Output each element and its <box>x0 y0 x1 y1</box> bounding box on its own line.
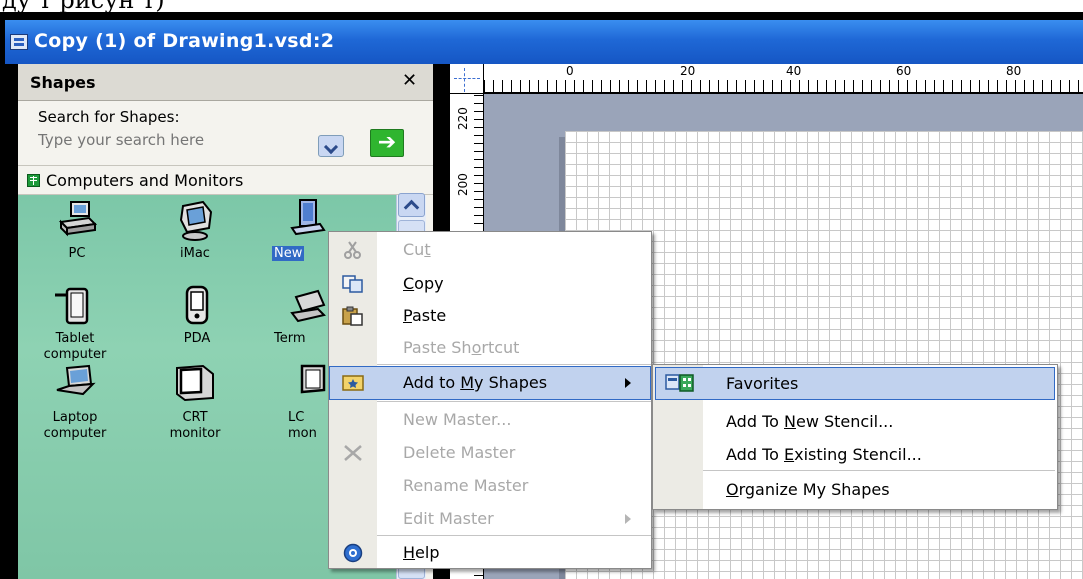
menu-item-add-to-my-shapes[interactable]: Add to My Shapes <box>329 366 651 400</box>
menu-item-paste-shortcut[interactable]: Paste Shortcut <box>329 331 651 365</box>
menu-item-label: Help <box>403 543 440 562</box>
shape-label: LC mon <box>288 410 317 441</box>
ruler-label: 20 <box>680 64 696 78</box>
chevron-down-icon[interactable] <box>318 135 344 157</box>
shape-label: New <box>272 246 305 261</box>
menu-item-label: Delete Master <box>403 443 516 462</box>
search-input[interactable] <box>36 128 314 152</box>
shape-new[interactable]: New <box>262 198 332 262</box>
menu-item-label: Copy <box>403 274 444 293</box>
menu-item-paste[interactable]: Paste <box>329 299 651 333</box>
lcd-monitor-icon <box>288 362 332 406</box>
menu-item-cut[interactable]: Cut <box>329 233 651 267</box>
document-text-strip: ду т рисун т) <box>0 0 1083 12</box>
shape-label: Tablet computer <box>43 331 107 362</box>
pc-icon <box>55 198 99 242</box>
submenu-item-organize-my-shapes[interactable]: Organize My Shapes <box>655 473 1055 506</box>
menu-item-help[interactable]: Help <box>329 536 651 570</box>
document-icon <box>10 34 28 50</box>
menu-separator <box>377 364 651 365</box>
arrow-right-icon[interactable]: ➔ <box>370 129 404 157</box>
chevron-up-icon[interactable] <box>398 193 425 217</box>
submenu-item-label: Organize My Shapes <box>726 480 890 499</box>
shape-lcd-monitor[interactable]: LC mon <box>262 362 332 442</box>
shape-tablet[interactable]: Tablet computer <box>30 283 120 363</box>
ruler-label: 220 <box>456 107 470 130</box>
shape-label: Term <box>274 331 306 346</box>
submenu-item-label: Add To New Stencil... <box>726 412 894 431</box>
menu-item-copy[interactable]: Copy <box>329 267 651 301</box>
shape-terminal[interactable]: Term <box>262 283 332 347</box>
submenu-arrow-icon <box>625 514 631 524</box>
menu-item-edit-master[interactable]: Edit Master <box>329 502 651 536</box>
search-label: Search for Shapes: <box>38 108 180 126</box>
stencil-name: Computers and Monitors <box>46 171 244 190</box>
menu-separator <box>377 401 651 402</box>
copy-icon <box>342 274 364 294</box>
menu-item-new-master[interactable]: New Master... <box>329 403 651 437</box>
laptop-icon <box>53 362 97 406</box>
ruler-label: 0 <box>566 64 574 78</box>
shapes-pane-title: Shapes <box>30 73 96 92</box>
ruler-label: 40 <box>786 64 802 78</box>
ruler-label: 200 <box>456 173 470 196</box>
menu-item-label: Add to My Shapes <box>403 373 548 392</box>
shape-label: Laptop computer <box>43 410 107 441</box>
shape-pc[interactable]: PC <box>32 198 122 262</box>
submenu-item-label: Add To Existing Stencil... <box>726 445 922 464</box>
new-shape-icon <box>286 198 330 242</box>
window-title: Copy (1) of Drawing1.vsd:2 <box>34 30 335 52</box>
paste-icon <box>342 306 364 326</box>
tablet-icon <box>53 283 97 327</box>
submenu-item-label: Favorites <box>726 374 799 393</box>
close-icon[interactable]: ✕ <box>402 70 417 91</box>
submenu-item-favorites[interactable]: Favorites <box>655 367 1055 400</box>
crt-monitor-icon <box>173 362 217 406</box>
favorites-stencil-icon <box>665 373 695 393</box>
shape-laptop[interactable]: Laptop computer <box>30 362 120 442</box>
ruler-guide <box>454 78 480 79</box>
menu-item-label: Paste Shortcut <box>403 338 520 357</box>
ruler-guide <box>464 68 465 92</box>
menu-item-label: New Master... <box>403 410 512 429</box>
ruler-label: 80 <box>1006 64 1022 78</box>
imac-icon <box>173 198 217 242</box>
delete-icon <box>342 443 364 463</box>
menu-item-label: Edit Master <box>403 509 494 528</box>
submenu-item-add-to-new-stencil[interactable]: Add To New Stencil... <box>655 405 1055 438</box>
ruler-corner[interactable] <box>450 64 484 94</box>
shape-label: PC <box>68 246 86 261</box>
scissors-icon <box>342 240 364 260</box>
menu-item-label: Paste <box>403 306 447 325</box>
help-icon <box>342 543 364 563</box>
document-text: ду т рисун т) <box>2 0 165 12</box>
menu-item-label: Cut <box>403 240 431 259</box>
menu-item-delete-master[interactable]: Delete Master <box>329 436 651 470</box>
ruler-ticks <box>484 80 1083 93</box>
shape-label: CRT monitor <box>169 410 221 441</box>
add-to-my-shapes-icon <box>342 373 364 393</box>
menu-separator <box>703 470 1055 471</box>
shape-pda[interactable]: PDA <box>152 283 242 347</box>
shape-imac[interactable]: iMac <box>150 198 240 262</box>
shape-label: PDA <box>183 331 211 346</box>
stencil-icon <box>27 174 40 187</box>
shape-crt-monitor[interactable]: CRT monitor <box>150 362 240 442</box>
submenu-item-add-to-existing-stencil[interactable]: Add To Existing Stencil... <box>655 438 1055 471</box>
ruler-label: 60 <box>896 64 912 78</box>
shape-label: iMac <box>180 246 210 261</box>
menu-item-label: Rename Master <box>403 476 529 495</box>
terminal-icon <box>288 283 332 327</box>
pda-icon <box>175 283 219 327</box>
menu-item-rename-master[interactable]: Rename Master <box>329 469 651 503</box>
submenu-arrow-icon <box>625 378 631 388</box>
